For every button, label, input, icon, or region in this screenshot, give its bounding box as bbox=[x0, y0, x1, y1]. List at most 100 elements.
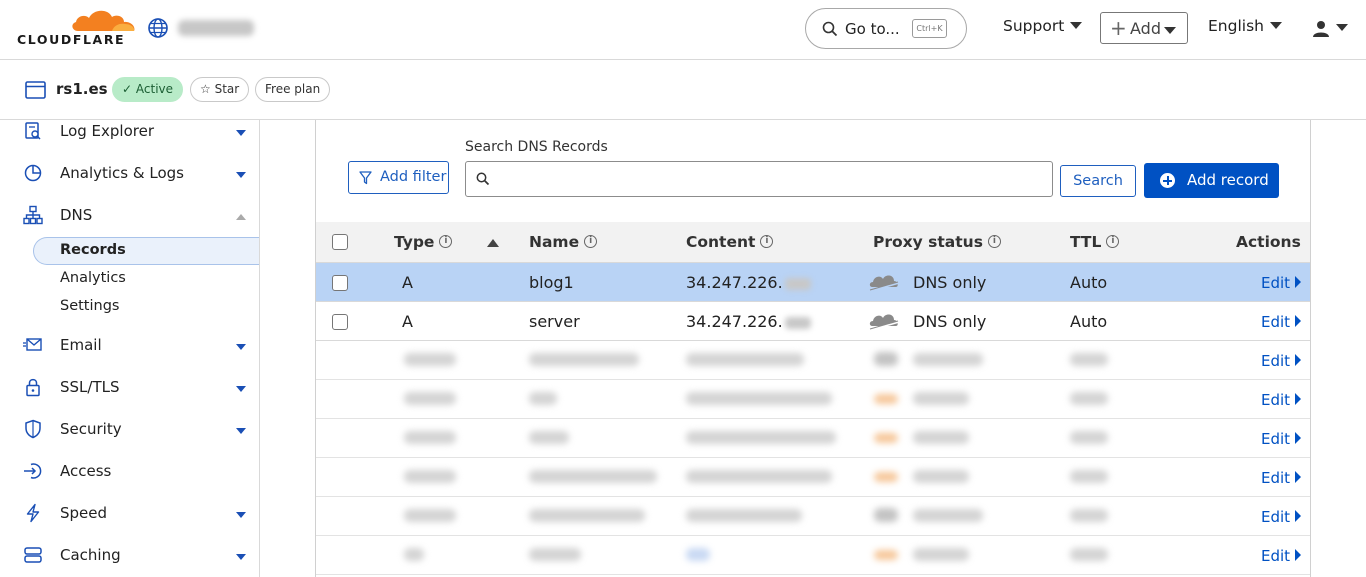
access-icon bbox=[24, 463, 42, 479]
browser-window-icon bbox=[25, 81, 46, 99]
edit-link[interactable]: Edit bbox=[1261, 508, 1301, 526]
sort-ascending-icon[interactable] bbox=[487, 239, 499, 247]
sidebar-item-label: Email bbox=[60, 336, 102, 354]
info-icon[interactable]: i bbox=[584, 234, 598, 248]
sidebar-item-email[interactable]: Email bbox=[0, 325, 259, 367]
chevron-down-icon[interactable] bbox=[236, 386, 246, 392]
redacted-cell bbox=[913, 509, 983, 522]
chevron-down-icon[interactable] bbox=[236, 130, 246, 136]
analytics-icon bbox=[24, 164, 42, 182]
column-header-type[interactable]: Type i bbox=[394, 233, 453, 251]
add-menu-button[interactable]: + Add bbox=[1100, 12, 1188, 44]
search-dns-label: Search DNS Records bbox=[465, 139, 608, 155]
info-icon[interactable]: i bbox=[987, 234, 1001, 248]
column-header-ttl[interactable]: TTL i bbox=[1070, 233, 1120, 251]
zone-bar: rs1.es ✓ Active ☆ Star Free plan bbox=[0, 60, 1366, 120]
chevron-down-icon bbox=[1070, 22, 1083, 29]
plan-badge[interactable]: Free plan bbox=[255, 77, 331, 102]
table-row[interactable]: A server 34.247.226. DNS only Auto Edit bbox=[316, 302, 1310, 341]
caching-icon bbox=[24, 547, 42, 563]
sidebar-subitem-settings[interactable]: Settings bbox=[60, 298, 119, 314]
redacted-cell bbox=[686, 509, 802, 522]
add-filter-button[interactable]: Add filter bbox=[348, 161, 449, 194]
cloud-dns-only-icon bbox=[869, 314, 899, 332]
chevron-up-icon[interactable] bbox=[236, 214, 246, 220]
redacted-cell bbox=[913, 470, 969, 483]
edit-link[interactable]: Edit bbox=[1261, 547, 1301, 565]
edit-link[interactable]: Edit bbox=[1261, 352, 1301, 370]
sidebar-item-ssl-tls[interactable]: SSL/TLS bbox=[0, 367, 259, 409]
search-field[interactable] bbox=[465, 161, 1053, 197]
edit-link[interactable]: Edit bbox=[1261, 391, 1301, 409]
column-header-proxy-status[interactable]: Proxy status i bbox=[873, 233, 1001, 251]
edit-link[interactable]: Edit bbox=[1261, 430, 1301, 448]
user-menu[interactable] bbox=[1312, 18, 1348, 38]
row-checkbox[interactable] bbox=[332, 275, 348, 291]
globe-icon[interactable] bbox=[147, 17, 169, 39]
column-header-name[interactable]: Name i bbox=[529, 233, 598, 251]
chevron-down-icon[interactable] bbox=[236, 344, 246, 350]
edit-link[interactable]: Edit bbox=[1261, 274, 1301, 292]
sidebar-item-label: SSL/TLS bbox=[60, 378, 120, 396]
info-icon[interactable]: i bbox=[1106, 234, 1120, 248]
support-label: Support bbox=[1003, 17, 1065, 35]
select-all-checkbox[interactable] bbox=[332, 234, 348, 250]
sidebar-item-access[interactable]: Access bbox=[0, 451, 259, 493]
chevron-down-icon bbox=[1269, 22, 1282, 29]
sidebar-item-analytics-logs[interactable]: Analytics & Logs bbox=[0, 153, 259, 195]
redacted-cell bbox=[686, 548, 710, 561]
sidebar-item-label: DNS bbox=[60, 206, 93, 224]
redacted-cell bbox=[913, 392, 969, 405]
sidebar-item-label: Log Explorer bbox=[60, 122, 155, 140]
row-checkbox[interactable] bbox=[332, 314, 348, 330]
chevron-down-icon[interactable] bbox=[236, 428, 246, 434]
account-name-redacted[interactable] bbox=[178, 20, 254, 36]
sidebar-item-security[interactable]: Security bbox=[0, 409, 259, 451]
search-input[interactable] bbox=[498, 168, 1038, 190]
redacted-cell bbox=[1070, 353, 1108, 366]
info-icon[interactable]: i bbox=[760, 234, 774, 248]
redacted-records bbox=[316, 340, 1154, 577]
check-icon: ✓ bbox=[122, 82, 133, 96]
star-label: Star bbox=[214, 82, 240, 96]
redacted-cell bbox=[404, 431, 456, 444]
table-header: Type i Name i Content i Proxy status i TTL i … bbox=[316, 222, 1310, 263]
add-record-button[interactable]: Add record bbox=[1144, 163, 1279, 198]
record-type: A bbox=[402, 312, 413, 331]
chevron-down-icon bbox=[1164, 27, 1176, 34]
redacted-cell bbox=[1070, 509, 1108, 522]
ip-address: 34.247.226. bbox=[686, 312, 783, 331]
sidebar-item-speed[interactable]: Speed bbox=[0, 493, 259, 535]
sidebar-item-dns[interactable]: DNS bbox=[0, 195, 259, 237]
email-icon bbox=[23, 338, 42, 351]
chevron-down-icon[interactable] bbox=[236, 172, 246, 178]
cloudflare-logo[interactable]: CLOUDFLARE bbox=[16, 8, 135, 47]
record-ttl: Auto bbox=[1070, 312, 1108, 331]
sidebar-subitem-analytics[interactable]: Analytics bbox=[60, 270, 126, 286]
support-menu[interactable]: Support bbox=[1003, 17, 1083, 35]
add-record-label: Add record bbox=[1187, 171, 1269, 189]
goto-button[interactable]: Go to... Ctrl+K bbox=[805, 8, 967, 49]
sidebar-item-log-explorer[interactable]: Log Explorer bbox=[0, 120, 259, 153]
add-filter-label: Add filter bbox=[380, 169, 447, 185]
column-label: Proxy status bbox=[873, 233, 983, 251]
record-content: 34.247.226. bbox=[686, 312, 811, 331]
info-icon[interactable]: i bbox=[439, 234, 453, 248]
table-row[interactable]: A blog1 34.247.226. DNS only Auto Edit bbox=[316, 263, 1310, 302]
edit-link[interactable]: Edit bbox=[1261, 469, 1301, 487]
star-button[interactable]: ☆ Star bbox=[190, 77, 250, 102]
column-header-content[interactable]: Content i bbox=[686, 233, 774, 251]
column-header-actions: Actions bbox=[1236, 233, 1301, 251]
redacted-cell bbox=[874, 472, 898, 482]
language-menu[interactable]: English bbox=[1208, 17, 1282, 35]
redacted-octet bbox=[784, 277, 811, 290]
chevron-down-icon[interactable] bbox=[236, 554, 246, 560]
record-name: server bbox=[529, 312, 580, 331]
sidebar-item-caching[interactable]: Caching bbox=[0, 535, 259, 577]
sidebar-subitem-records[interactable]: Records bbox=[60, 242, 126, 258]
search-button[interactable]: Search bbox=[1060, 165, 1136, 197]
search-icon bbox=[822, 21, 838, 37]
edit-link[interactable]: Edit bbox=[1261, 313, 1301, 331]
column-label: TTL bbox=[1070, 233, 1102, 251]
chevron-down-icon[interactable] bbox=[236, 512, 246, 518]
